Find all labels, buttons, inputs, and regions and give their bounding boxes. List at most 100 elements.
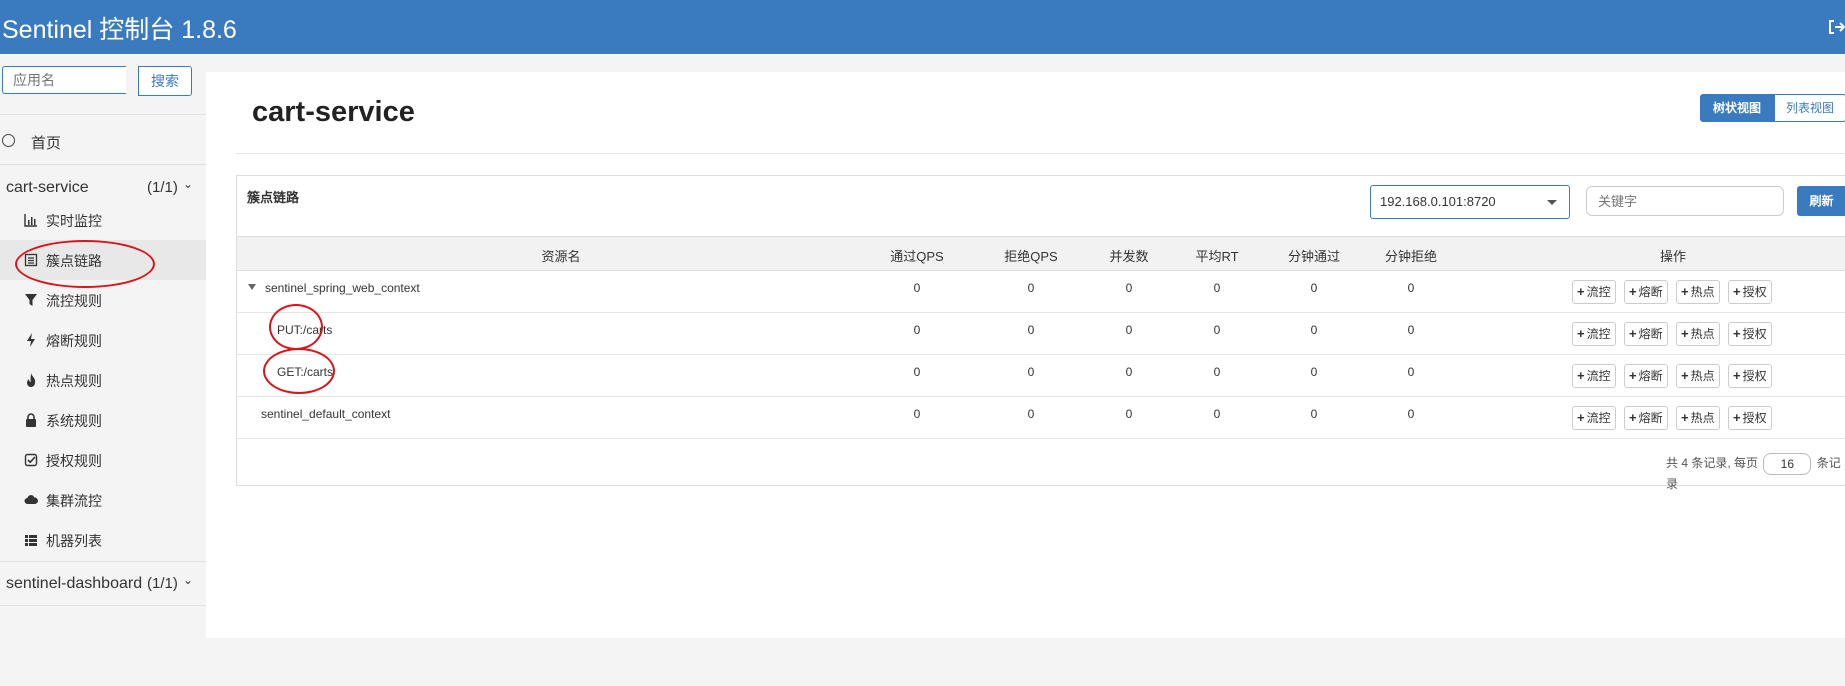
avg-rt: 0 — [1213, 323, 1221, 337]
minute-block: 0 — [1407, 365, 1415, 379]
add-authority-rule-button[interactable]: + 授权 — [1728, 364, 1772, 388]
divider — [0, 605, 206, 606]
column-header: 分钟通过 — [1287, 249, 1341, 264]
chevron-down-icon: ⌄ — [183, 573, 194, 587]
add-degrade-rule-button[interactable]: + 熔断 — [1624, 280, 1668, 304]
app-machine-count: (1/1) — [147, 179, 178, 196]
add-degrade-rule-button[interactable]: + 熔断 — [1624, 406, 1668, 430]
sidebar-item-home[interactable]: 首页 — [0, 120, 206, 162]
minute-block: 0 — [1407, 323, 1415, 337]
sidebar-item-authority-rules[interactable]: 授权规则 — [0, 440, 206, 480]
block-qps: 0 — [1027, 323, 1035, 337]
add-param-flow-rule-button[interactable]: + 热点 — [1676, 322, 1720, 346]
sidebar-item-cluster-flow[interactable]: 集群流控 — [0, 480, 206, 520]
app-name: sentinel-dashboard — [6, 575, 143, 592]
column-header: 分钟拒绝 — [1384, 249, 1438, 264]
menu-label: 机器列表 — [46, 533, 102, 549]
sidebar-item-param-flow-rules[interactable]: 热点规则 — [0, 360, 206, 400]
resource-name: sentinel_spring_web_context — [265, 281, 420, 295]
resource-chain-panel: 簇点链路 192.168.0.101:8720 刷新 资源名 通过QPS 拒绝Q… — [236, 175, 1845, 491]
sidebar-item-system-rules[interactable]: 系统规则 — [0, 400, 206, 440]
menu-label: 熔断规则 — [46, 333, 102, 349]
keyword-search-input[interactable] — [1586, 186, 1784, 216]
add-authority-rule-button[interactable]: + 授权 — [1728, 406, 1772, 430]
avg-rt: 0 — [1213, 281, 1221, 295]
logout-icon[interactable] — [1827, 18, 1845, 36]
fire-icon — [24, 373, 38, 387]
add-param-flow-rule-button[interactable]: + 热点 — [1676, 406, 1720, 430]
divider — [0, 561, 206, 562]
menu-label: 系统规则 — [46, 413, 102, 429]
minute-pass: 0 — [1310, 281, 1318, 295]
highlight-circle-annotation — [263, 348, 335, 394]
panel-title: 簇点链路 — [247, 190, 300, 205]
column-header: 并发数 — [1109, 249, 1149, 264]
avg-rt: 0 — [1213, 365, 1221, 379]
cloud-icon — [24, 493, 38, 507]
list-view-button[interactable]: 列表视图 — [1774, 94, 1845, 122]
thread-num: 0 — [1125, 407, 1133, 421]
minute-block: 0 — [1407, 407, 1415, 421]
tree-view-button[interactable]: 树状视图 — [1700, 94, 1774, 122]
add-flow-rule-button[interactable]: + 流控 — [1572, 280, 1616, 304]
menu-label: 流控规则 — [46, 293, 102, 309]
add-authority-rule-button[interactable]: + 授权 — [1728, 280, 1772, 304]
minute-pass: 0 — [1310, 407, 1318, 421]
pass-qps: 0 — [913, 323, 921, 337]
add-degrade-rule-button[interactable]: + 熔断 — [1624, 322, 1668, 346]
add-param-flow-rule-button[interactable]: + 热点 — [1676, 280, 1720, 304]
pagination: 共 4 条记录, 每页 16 条记录 — [1666, 453, 1845, 492]
block-qps: 0 — [1027, 365, 1035, 379]
block-qps: 0 — [1027, 281, 1035, 295]
add-flow-rule-button[interactable]: + 流控 — [1572, 364, 1616, 388]
page-size-input[interactable]: 16 — [1763, 453, 1812, 475]
divider — [0, 114, 206, 115]
add-authority-rule-button[interactable]: + 授权 — [1728, 322, 1772, 346]
add-param-flow-rule-button[interactable]: + 热点 — [1676, 364, 1720, 388]
flash-icon — [24, 333, 38, 347]
highlight-circle-annotation — [269, 304, 323, 350]
avg-rt: 0 — [1213, 407, 1221, 421]
pass-qps: 0 — [913, 281, 921, 295]
column-header: 通过QPS — [890, 249, 944, 264]
sidebar-item-realtime-monitor[interactable]: 实时监控 — [0, 200, 206, 240]
app-title: Sentinel 控制台 1.8.6 — [2, 16, 237, 44]
top-navbar: Sentinel 控制台 1.8.6 — [0, 0, 1845, 54]
app-search-button[interactable]: 搜索 — [138, 66, 192, 96]
resource-name: sentinel_default_context — [261, 407, 391, 421]
th-list-icon — [24, 533, 38, 547]
thread-num: 0 — [1125, 323, 1133, 337]
lock-icon — [24, 413, 38, 427]
column-header: 操作 — [1659, 249, 1687, 264]
home-label: 首页 — [31, 135, 62, 152]
sidebar-item-machine-list[interactable]: 机器列表 — [0, 520, 206, 560]
column-header: 资源名 — [541, 249, 581, 264]
check-square-icon — [24, 453, 38, 467]
table-row: GET:/carts 0 0 0 0 0 0 + 流控 + 熔断 + 热点 + 授权 — [237, 355, 1845, 397]
menu-label: 实时监控 — [46, 213, 102, 229]
app-search-input[interactable] — [2, 66, 126, 94]
dashboard-icon — [2, 134, 15, 147]
add-flow-rule-button[interactable]: + 流控 — [1572, 406, 1616, 430]
sidebar-item-degrade-rules[interactable]: 熔断规则 — [0, 320, 206, 360]
column-header: 平均RT — [1195, 249, 1239, 264]
block-qps: 0 — [1027, 407, 1035, 421]
page-title: cart-service — [252, 96, 415, 128]
bar-chart-icon — [24, 213, 38, 227]
thread-num: 0 — [1125, 281, 1133, 295]
app-group-sentinel-dashboard[interactable]: sentinel-dashboard (1/1) ⌄ — [0, 564, 206, 606]
column-header: 拒绝QPS — [1004, 249, 1058, 264]
refresh-button[interactable]: 刷新 — [1797, 186, 1845, 216]
minute-pass: 0 — [1310, 323, 1318, 337]
thread-num: 0 — [1125, 365, 1133, 379]
filter-icon — [24, 293, 38, 307]
add-flow-rule-button[interactable]: + 流控 — [1572, 322, 1616, 346]
machine-select-value: 192.168.0.101:8720 — [1380, 194, 1496, 209]
table-row: sentinel_spring_web_context 0 0 0 0 0 0 … — [237, 271, 1845, 313]
menu-label: 集群流控 — [46, 493, 102, 509]
caret-down-icon[interactable] — [248, 284, 256, 290]
add-degrade-rule-button[interactable]: + 熔断 — [1624, 364, 1668, 388]
machine-select[interactable]: 192.168.0.101:8720 — [1370, 185, 1570, 219]
pass-qps: 0 — [913, 407, 921, 421]
divider — [236, 153, 1845, 154]
